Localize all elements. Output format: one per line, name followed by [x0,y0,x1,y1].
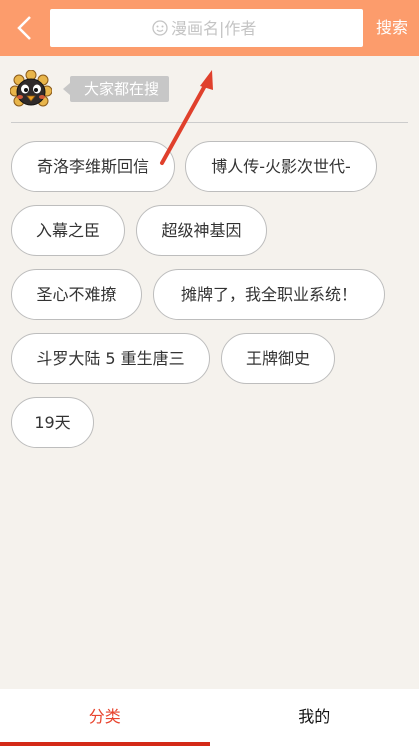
hot-tag[interactable]: 王牌御史 [221,333,335,384]
hot-tag[interactable]: 摊牌了，我全职业系统！ [153,269,385,320]
bottom-nav: 分类 我的 [0,689,419,746]
hot-tag[interactable]: 19天 [11,397,94,448]
hot-tag[interactable]: 圣心不难撩 [11,269,142,320]
search-page: 搜索 大家都在搜 奇洛李维斯回信 博人传-火影次世代- [0,0,419,746]
smiley-icon [152,20,168,36]
tab-category[interactable]: 分类 [0,689,210,746]
hot-tag[interactable]: 入幕之臣 [11,205,125,256]
search-input[interactable] [171,13,261,43]
divider [11,122,408,123]
sunflower-mascot-icon [10,70,52,107]
hot-tag[interactable]: 博人传-火影次世代- [185,141,377,192]
search-box[interactable] [50,9,363,47]
tab-mine[interactable]: 我的 [210,689,419,746]
chevron-left-icon [17,16,31,40]
hot-search-header: 大家都在搜 [10,68,410,108]
search-button[interactable]: 搜索 [369,12,415,44]
hot-tag[interactable]: 斗罗大陆 5 重生唐三 [11,333,210,384]
hot-search-label: 大家都在搜 [62,76,170,102]
hot-tag[interactable]: 超级神基因 [136,205,267,256]
top-bar: 搜索 [0,0,419,56]
back-button[interactable] [6,10,42,46]
hot-tag[interactable]: 奇洛李维斯回信 [11,141,175,192]
